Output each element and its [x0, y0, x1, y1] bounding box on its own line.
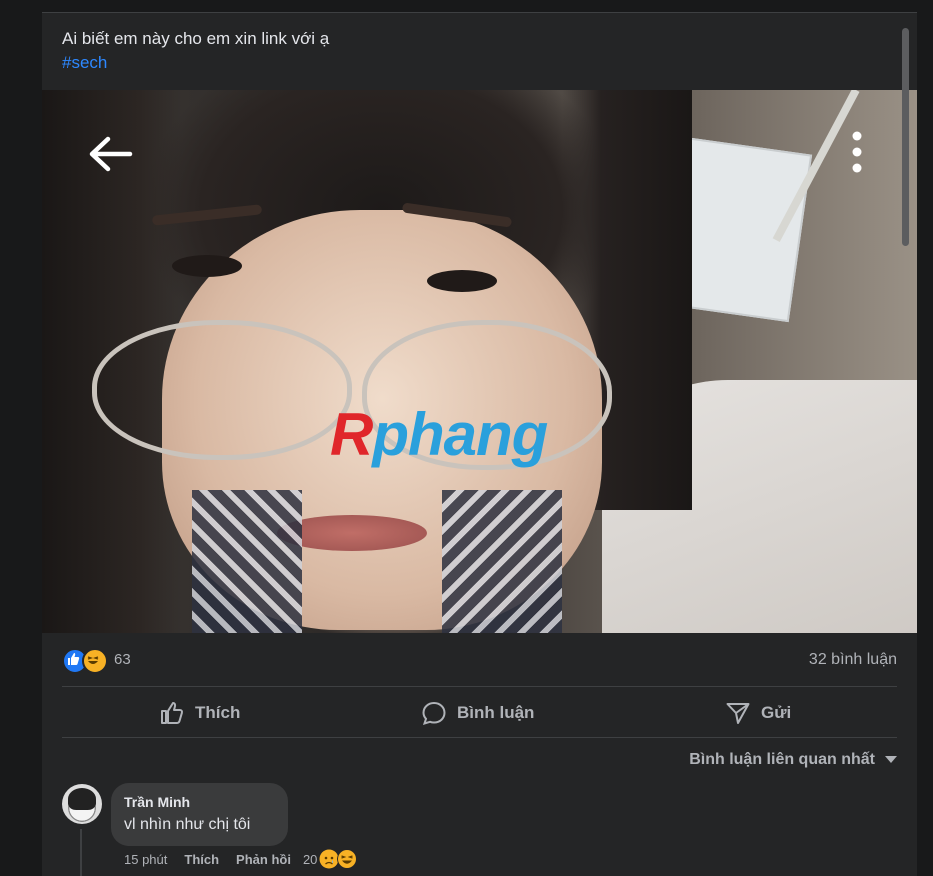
send-button[interactable]: Gửi [725, 699, 791, 727]
send-button-label: Gửi [761, 703, 792, 722]
divider-top [62, 686, 897, 687]
thread-line [80, 829, 82, 876]
photo-collar-right [442, 490, 562, 633]
comment-like-button[interactable]: Thích [184, 852, 219, 867]
photo-eye-left [172, 255, 242, 277]
comment-reactions[interactable]: 20 [302, 849, 358, 869]
sad-icon [319, 849, 339, 869]
more-options-icon[interactable] [850, 130, 864, 174]
comment-reaction-count: 20 [302, 851, 318, 867]
back-arrow-icon[interactable] [86, 134, 134, 174]
hashtag-link[interactable]: #sech [62, 53, 107, 73]
caret-down-icon [885, 756, 897, 763]
comment-button[interactable]: Bình luận [421, 699, 534, 727]
photo-collar-left [192, 490, 302, 633]
like-button[interactable]: Thích [159, 699, 240, 727]
like-button-label: Thích [195, 703, 241, 722]
divider-bottom [62, 737, 897, 738]
scrollbar-thumb[interactable] [902, 28, 909, 246]
send-icon [726, 703, 750, 724]
haha-icon [82, 648, 108, 674]
comment-text: vl nhìn như chị tôi [124, 816, 251, 833]
post-card: Ai biết em này cho em xin link với ạ #se… [42, 12, 917, 876]
haha-icon [337, 849, 358, 869]
comment-author[interactable]: Trần Minh [124, 794, 190, 810]
comment-sort-dropdown[interactable]: Bình luận liên quan nhất [689, 751, 897, 769]
thumbs-up-icon [161, 702, 184, 724]
avatar[interactable] [62, 784, 102, 824]
reaction-count: 63 [114, 651, 131, 668]
post-photo[interactable]: Rphang [42, 90, 917, 633]
comment-button-label: Bình luận [457, 703, 535, 722]
watermark-logo: Rphang [330, 401, 548, 468]
comment-bubble-icon [422, 701, 446, 726]
post-caption: Ai biết em này cho em xin link với ạ [62, 29, 330, 48]
comment-meta: 15 phút Thích Phản hồi 20 [124, 849, 358, 869]
comment-sort-label: Bình luận liên quan nhất [689, 751, 875, 768]
comment-count[interactable]: 32 bình luận [809, 651, 897, 669]
photo-eye-right [427, 270, 497, 292]
comment-time[interactable]: 15 phút [124, 852, 167, 867]
comment-reply-button[interactable]: Phản hồi [236, 852, 291, 867]
photo-glasses-left [92, 320, 352, 460]
comment-bubble: Trần Minh vl nhìn như chị tôi [111, 783, 288, 846]
